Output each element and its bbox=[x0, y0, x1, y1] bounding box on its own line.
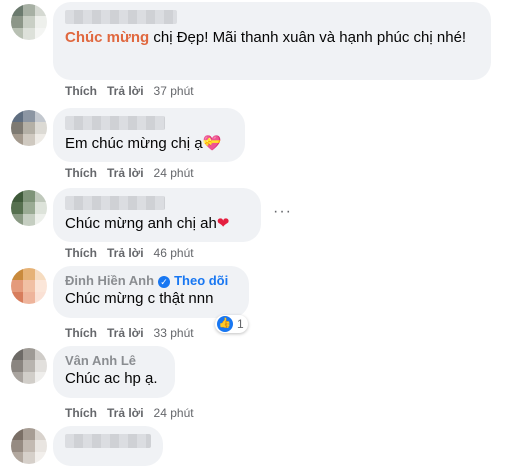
follow-button[interactable]: Theo dõi bbox=[174, 273, 228, 288]
avatar[interactable] bbox=[11, 428, 47, 464]
like-link[interactable]: Thích bbox=[65, 406, 97, 420]
comment-time[interactable]: 24 phút bbox=[154, 406, 194, 420]
comment-actions: Thích Trả lời 24 phút bbox=[65, 406, 194, 420]
comment-text: Chúc ac hp ạ. bbox=[65, 370, 158, 387]
comment-author-name[interactable] bbox=[65, 196, 165, 210]
comment-text: Em chúc mừng chị ạ💝 bbox=[65, 135, 222, 152]
avatar[interactable] bbox=[11, 190, 47, 226]
comment-actions: Thích Trả lời 46 phút bbox=[65, 246, 194, 260]
comment-actions: Thích Trả lời 37 phút bbox=[65, 84, 194, 98]
reply-link[interactable]: Trả lời bbox=[107, 84, 144, 98]
comment-bubble bbox=[53, 426, 163, 466]
comment-text: Chúc mừng c thật nnn bbox=[65, 290, 214, 307]
comment-author-name[interactable] bbox=[65, 10, 177, 24]
comment-bubble: Vân Anh Lê Chúc ac hp ạ. bbox=[53, 346, 175, 398]
more-options-icon[interactable]: ··· bbox=[273, 203, 292, 221]
reply-link[interactable]: Trả lời bbox=[107, 166, 144, 180]
like-link[interactable]: Thích bbox=[65, 246, 97, 260]
avatar[interactable] bbox=[11, 348, 47, 384]
comment-time[interactable]: 33 phút bbox=[154, 326, 194, 340]
reply-link[interactable]: Trả lời bbox=[107, 326, 144, 340]
like-link[interactable]: Thích bbox=[65, 84, 97, 98]
like-icon: 👍 bbox=[217, 316, 233, 332]
comment-bubble: Chúc mừng chị Đẹp! Mãi thanh xuân và hạn… bbox=[53, 2, 491, 80]
reply-link[interactable]: Trả lời bbox=[107, 406, 144, 420]
reaction-count: 1 bbox=[237, 317, 244, 331]
comment-actions: Thích Trả lời 24 phút bbox=[65, 166, 194, 180]
reply-link[interactable]: Trả lời bbox=[107, 246, 144, 260]
avatar[interactable] bbox=[11, 4, 47, 40]
comment-bubble: Đinh Hiền Anh ✓ Theo dõi Chúc mừng c thật … bbox=[53, 266, 249, 318]
comment-text: Chúc mừng anh chị ah❤ bbox=[65, 215, 230, 232]
hashtag-highlight[interactable]: Chúc mừng bbox=[65, 29, 149, 46]
comment-author-name[interactable]: Vân Anh Lê bbox=[65, 353, 163, 369]
comment-time[interactable]: 46 phút bbox=[154, 246, 194, 260]
comment-bubble: Em chúc mừng chị ạ💝 bbox=[53, 108, 245, 162]
comment-author-name[interactable] bbox=[65, 116, 165, 130]
verified-badge-icon: ✓ bbox=[158, 275, 171, 288]
comment-author-name[interactable] bbox=[65, 434, 151, 448]
like-link[interactable]: Thích bbox=[65, 166, 97, 180]
reaction-summary[interactable]: 👍 1 bbox=[215, 315, 248, 333]
comment-author-name[interactable]: Đinh Hiền Anh bbox=[65, 273, 154, 288]
comment-bubble: Chúc mừng anh chị ah❤ bbox=[53, 188, 261, 242]
avatar[interactable] bbox=[11, 268, 47, 304]
comment-text: Chúc mừng chị Đẹp! Mãi thanh xuân và hạn… bbox=[65, 29, 467, 46]
comment-time[interactable]: 24 phút bbox=[154, 166, 194, 180]
comment-time[interactable]: 37 phút bbox=[154, 84, 194, 98]
comment-actions: Thích Trả lời 33 phút bbox=[65, 326, 194, 340]
red-heart-icon: ❤ bbox=[216, 215, 230, 232]
avatar[interactable] bbox=[11, 110, 47, 146]
like-link[interactable]: Thích bbox=[65, 326, 97, 340]
gift-heart-icon: 💝 bbox=[202, 135, 222, 152]
